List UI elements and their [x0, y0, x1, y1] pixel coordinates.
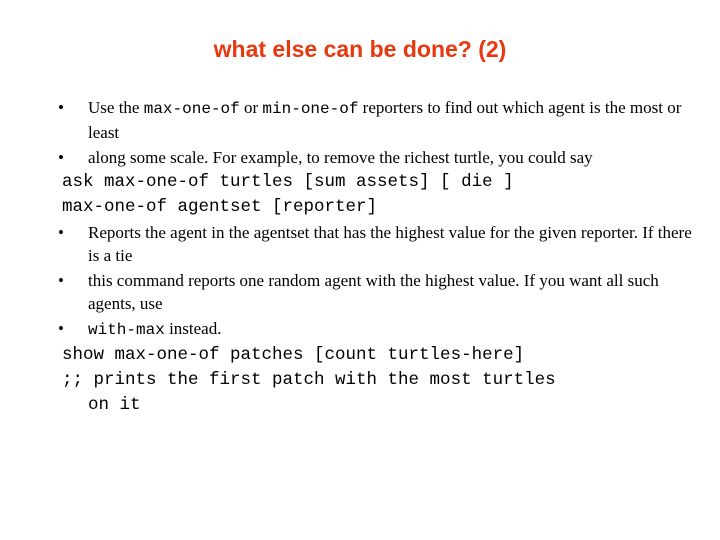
- bullet-item: • Reports the agent in the agentset that…: [58, 223, 692, 265]
- bullet-icon: •: [58, 271, 64, 290]
- bullet-item: • this command reports one random agent …: [58, 271, 659, 313]
- bullet-icon: •: [58, 223, 64, 242]
- bullet-item: • along some scale. For example, to remo…: [58, 148, 593, 167]
- code-line: max-one-of agentset [reporter]: [62, 197, 378, 217]
- bullet-icon: •: [58, 319, 64, 338]
- inline-code: min-one-of: [262, 100, 359, 118]
- bullet-item: • with-max instead.: [58, 319, 222, 339]
- slide-content: • Use the max-one-of or min-one-of repor…: [58, 96, 692, 419]
- code-comment-continuation: on it: [88, 395, 141, 415]
- inline-code: max-one-of: [143, 100, 240, 118]
- code-line: ask max-one-of turtles [sum assets] [ di…: [62, 172, 514, 192]
- code-line: show max-one-of patches [count turtles-h…: [62, 345, 525, 365]
- slide-title: what else can be done? (2): [213, 36, 507, 62]
- bullet-item: • Use the max-one-of or min-one-of repor…: [58, 98, 682, 142]
- bullet-icon: •: [58, 148, 64, 167]
- bullet-icon: •: [58, 98, 64, 117]
- inline-code: with-max: [88, 321, 165, 339]
- code-comment: ;; prints the first patch with the most …: [62, 370, 556, 390]
